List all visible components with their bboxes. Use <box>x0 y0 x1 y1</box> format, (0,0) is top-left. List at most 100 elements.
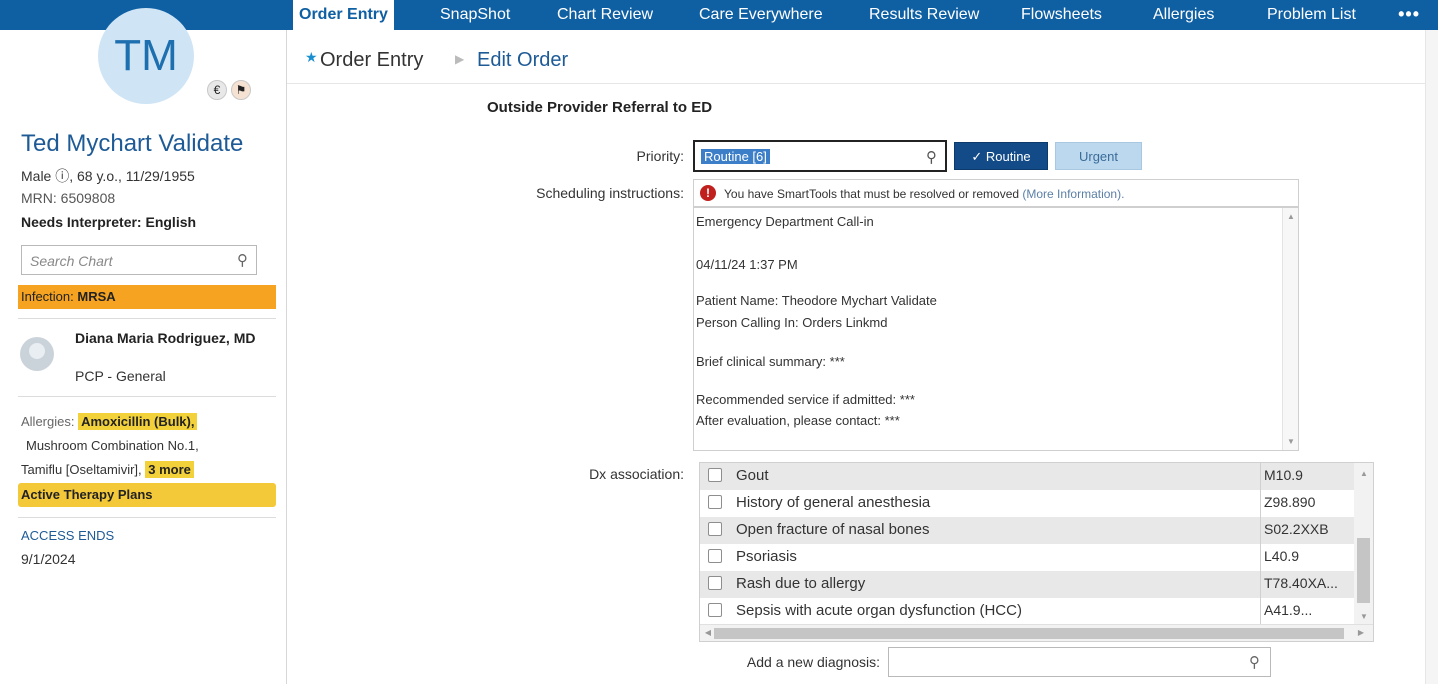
search-chart-placeholder: Search Chart <box>30 253 113 269</box>
tab-results-review[interactable]: Results Review <box>869 0 979 30</box>
allergies-section[interactable]: Allergies: Amoxicillin (Bulk), Mushroom … <box>21 410 279 482</box>
table-row[interactable]: Gout M10.9 <box>700 463 1354 490</box>
active-therapy-plans[interactable]: Active Therapy Plans <box>18 483 276 507</box>
allergy-item: Mushroom Combination No.1, <box>26 438 199 453</box>
note-line: 04/11/24 1:37 PM <box>696 257 798 272</box>
dx-code: L40.9 <box>1264 548 1300 564</box>
infection-value: MRSA <box>77 289 116 304</box>
tab-order-entry[interactable]: Order Entry <box>293 0 394 30</box>
patient-sidebar: TM € ⚑ Ted Mychart Validate Male ⓘ, 68 y… <box>0 0 287 684</box>
infection-badge[interactable]: Infection: MRSA <box>18 285 276 309</box>
priority-label: Priority: <box>636 148 684 164</box>
interpreter-need: Needs Interpreter: English <box>21 214 197 230</box>
note-line: After evaluation, please contact: *** <box>696 413 900 428</box>
routine-button[interactable]: ✓ Routine <box>954 142 1048 170</box>
scroll-right-icon[interactable]: ▶ <box>1353 628 1369 637</box>
scroll-up-icon[interactable]: ▲ <box>1356 469 1372 478</box>
dx-code: S02.2XXB <box>1264 521 1329 537</box>
dx-code: M10.9 <box>1264 467 1303 483</box>
sidebar-divider <box>18 517 276 518</box>
activity-tab-bar: Order Entry SnapShot Chart Review Care E… <box>287 0 1438 30</box>
dx-checkbox[interactable] <box>708 549 722 563</box>
dx-code: Z98.890 <box>1264 494 1316 510</box>
scroll-down-icon[interactable]: ▼ <box>1356 612 1372 621</box>
column-divider <box>1260 544 1261 571</box>
notes-scrollbar[interactable]: ▲ ▼ <box>1282 208 1298 450</box>
pcp-avatar-icon <box>20 337 54 371</box>
table-row[interactable]: Open fracture of nasal bones S02.2XXB <box>700 517 1354 544</box>
order-title: Outside Provider Referral to ED <box>487 99 713 116</box>
dx-checkbox[interactable] <box>708 576 722 590</box>
add-diagnosis-input[interactable]: ⚲ <box>888 647 1271 677</box>
scroll-up-icon[interactable]: ▲ <box>1283 212 1299 221</box>
tab-snapshot[interactable]: SnapShot <box>440 0 510 30</box>
dx-name: Psoriasis <box>736 548 797 565</box>
more-tabs-icon[interactable]: ••• <box>1398 0 1420 30</box>
pcp-role: PCP - General <box>75 368 166 384</box>
dx-checkbox[interactable] <box>708 495 722 509</box>
search-icon[interactable]: ⚲ <box>237 251 248 269</box>
search-chart-input[interactable]: Search Chart ⚲ <box>21 245 257 275</box>
scheduling-instructions-label: Scheduling instructions: <box>536 185 684 201</box>
tab-care-everywhere[interactable]: Care Everywhere <box>699 0 823 30</box>
note-line: Brief clinical summary: *** <box>696 354 845 369</box>
add-diagnosis-label: Add a new diagnosis: <box>746 654 880 670</box>
page-scrollbar[interactable] <box>1425 30 1438 684</box>
priority-input[interactable]: Routine [6] ⚲ <box>693 140 947 172</box>
more-information-link[interactable]: (More Information). <box>1022 187 1124 201</box>
dx-checkbox[interactable] <box>708 522 722 536</box>
scheduling-instructions-textarea[interactable]: Emergency Department Call-in 04/11/24 1:… <box>693 207 1299 451</box>
breadcrumb: ★ Order Entry ▶ Edit Order <box>287 30 1425 84</box>
allergy-more-link[interactable]: 3 more <box>145 461 194 478</box>
isolation-icon[interactable]: ⚑ <box>231 80 251 100</box>
patient-name[interactable]: Ted Mychart Validate <box>21 130 243 158</box>
chevron-right-icon: ▶ <box>455 52 465 66</box>
dx-checkbox[interactable] <box>708 468 722 482</box>
pcp-name[interactable]: Diana Maria Rodriguez, MD <box>75 331 265 346</box>
scroll-down-icon[interactable]: ▼ <box>1283 437 1299 446</box>
table-row[interactable]: Rash due to allergy T78.40XA... <box>700 571 1354 598</box>
warning-text: You have SmartTools that must be resolve… <box>724 187 1023 201</box>
scroll-thumb[interactable] <box>714 628 1344 639</box>
dx-association-label: Dx association: <box>589 466 684 482</box>
tab-allergies[interactable]: Allergies <box>1153 0 1214 30</box>
allergy-item: Tamiflu [Oseltamivir], <box>21 462 142 477</box>
dx-horizontal-scrollbar[interactable]: ◀ ▶ <box>700 624 1373 641</box>
access-ends-label: ACCESS ENDS <box>21 528 115 543</box>
table-row[interactable]: Psoriasis L40.9 <box>700 544 1354 571</box>
sidebar-divider <box>18 396 276 397</box>
priority-value: Routine [6] <box>701 149 770 164</box>
page-title: Edit Order <box>477 49 569 71</box>
patient-mrn: MRN: 6509808 <box>21 190 116 206</box>
table-row[interactable]: Sepsis with acute organ dysfunction (HCC… <box>700 598 1354 625</box>
dx-name: Gout <box>736 467 769 484</box>
patient-avatar: TM <box>98 8 194 104</box>
allergies-label: Allergies: <box>21 414 79 429</box>
tab-chart-review[interactable]: Chart Review <box>557 0 653 30</box>
note-line: Patient Name: Theodore Mychart Validate <box>696 293 937 308</box>
dx-vertical-scrollbar[interactable]: ▲ ▼ <box>1354 463 1373 625</box>
urgent-button[interactable]: Urgent <box>1055 142 1142 170</box>
dx-checkbox[interactable] <box>708 603 722 617</box>
dx-name: Sepsis with acute organ dysfunction (HCC… <box>736 602 1022 619</box>
access-ends-date: 9/1/2024 <box>21 551 76 567</box>
note-line: Person Calling In: Orders Linkmd <box>696 315 888 330</box>
tab-problem-list[interactable]: Problem List <box>1267 0 1356 30</box>
column-divider <box>1260 598 1261 625</box>
column-divider <box>1260 490 1261 517</box>
table-row[interactable]: History of general anesthesia Z98.890 <box>700 490 1354 517</box>
search-icon[interactable]: ⚲ <box>1249 653 1260 671</box>
note-line: Emergency Department Call-in <box>696 214 874 229</box>
star-icon[interactable]: ★ <box>305 49 318 66</box>
column-divider <box>1260 517 1261 544</box>
tab-flowsheets[interactable]: Flowsheets <box>1021 0 1102 30</box>
patient-demographics: Male ⓘ, 68 y.o., 11/29/1955 <box>21 168 195 184</box>
dx-name: Open fracture of nasal bones <box>736 521 930 538</box>
breadcrumb-order-entry[interactable]: Order Entry <box>320 49 423 72</box>
dx-name: History of general anesthesia <box>736 494 931 511</box>
scroll-thumb[interactable] <box>1357 538 1370 603</box>
dx-code: A41.9... <box>1264 602 1313 618</box>
language-icon[interactable]: € <box>207 80 227 100</box>
search-icon[interactable]: ⚲ <box>926 148 937 166</box>
note-line: Recommended service if admitted: *** <box>696 392 915 407</box>
